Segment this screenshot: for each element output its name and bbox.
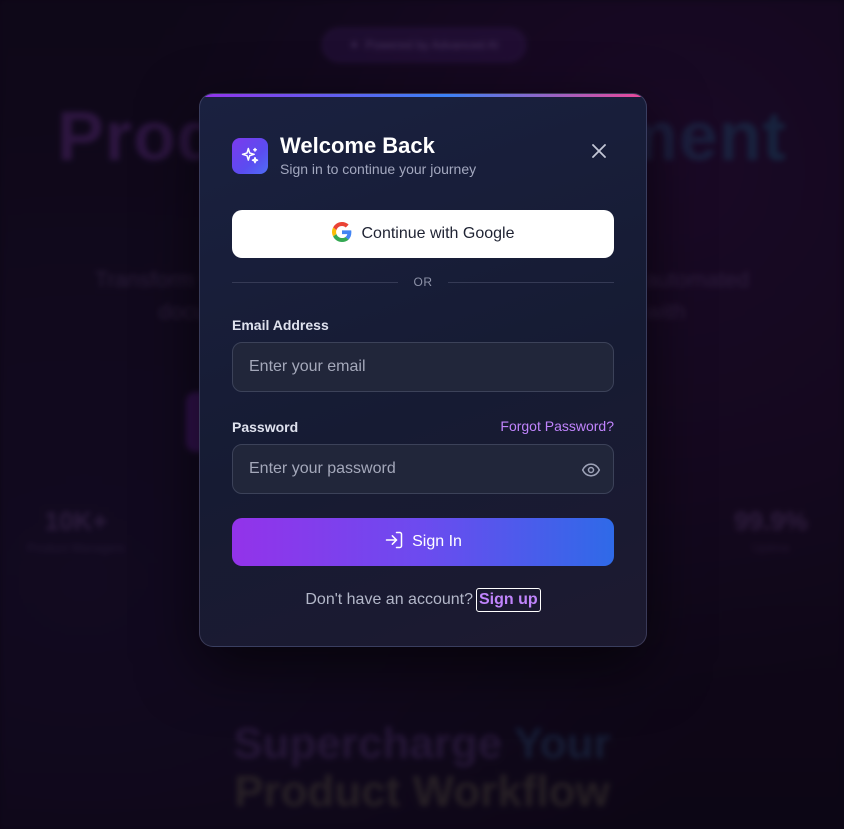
signin-button[interactable]: Sign In — [232, 518, 614, 566]
login-icon — [384, 530, 404, 555]
email-field-wrapper — [232, 342, 614, 392]
password-label: Password — [232, 419, 299, 435]
modal-title: Welcome Back — [280, 133, 435, 158]
signup-prompt: Don't have an account? Sign up — [200, 588, 646, 612]
modal-accent-bar — [200, 94, 646, 97]
email-label: Email Address — [232, 317, 329, 333]
signin-modal: Welcome Back Sign in to continue your jo… — [199, 93, 647, 647]
google-signin-button[interactable]: Continue with Google — [232, 210, 614, 258]
signup-prompt-text: Don't have an account? — [305, 591, 473, 608]
close-icon[interactable] — [590, 142, 608, 160]
password-field[interactable] — [233, 445, 613, 493]
sparkles-icon — [232, 137, 268, 174]
password-field-wrapper — [232, 444, 614, 494]
google-button-label: Continue with Google — [361, 225, 515, 242]
eye-icon[interactable] — [581, 460, 601, 480]
signup-link[interactable]: Sign up — [475, 588, 541, 612]
google-icon — [331, 221, 352, 247]
modal-title-group: Welcome Back Sign in to continue your jo… — [280, 133, 477, 178]
or-divider: OR — [232, 274, 614, 290]
divider-line — [448, 282, 614, 283]
signin-button-label: Sign In — [412, 533, 462, 550]
forgot-password-link[interactable]: Forgot Password? — [500, 418, 614, 434]
email-field[interactable] — [233, 343, 613, 391]
modal-header: Welcome Back Sign in to continue your jo… — [232, 134, 476, 177]
modal-subtitle: Sign in to continue your journey — [280, 161, 477, 177]
